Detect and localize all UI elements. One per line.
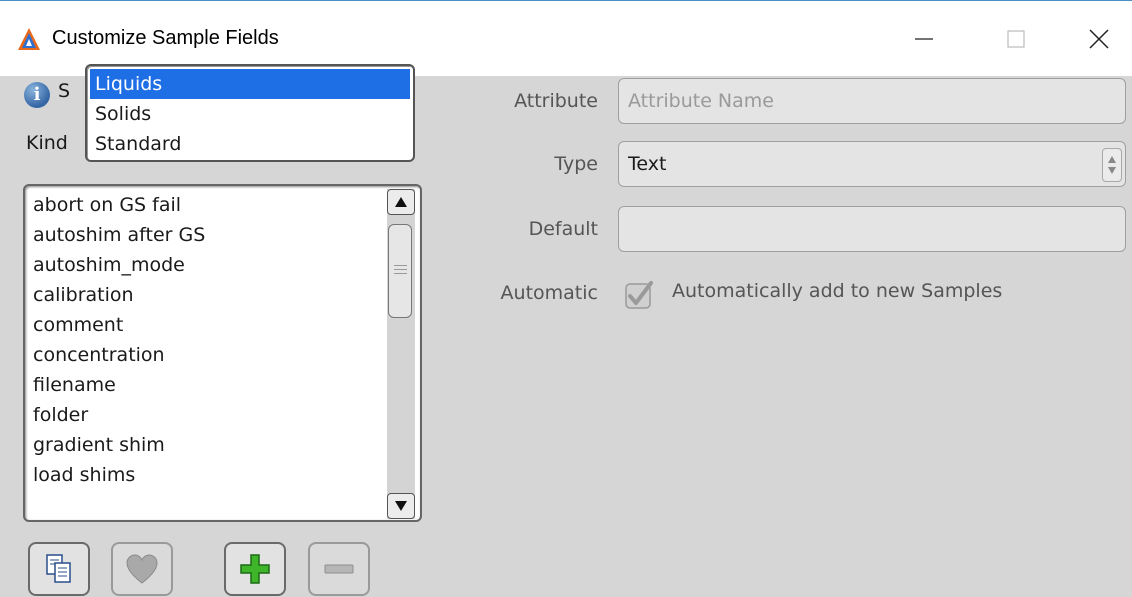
list-item[interactable]: gradient shim — [33, 430, 205, 460]
list-item[interactable]: concentration — [33, 340, 205, 370]
sample-label-partial: S — [58, 80, 71, 102]
close-button[interactable] — [1075, 19, 1123, 59]
default-label: Default — [528, 218, 598, 240]
minimize-button[interactable] — [900, 19, 948, 59]
remove-button[interactable] — [308, 542, 370, 596]
triangle-up-icon — [395, 197, 407, 207]
close-icon — [1089, 29, 1109, 49]
fields-listbox[interactable]: abort on GS fail autoshim after GS autos… — [23, 184, 422, 522]
list-item[interactable]: autoshim_mode — [33, 250, 205, 280]
list-item[interactable]: autoshim after GS — [33, 220, 205, 250]
vertical-scrollbar[interactable] — [387, 189, 415, 519]
copy-button[interactable] — [28, 542, 90, 596]
kind-option-liquids[interactable]: Liquids — [90, 69, 410, 99]
kind-label: Kind — [26, 132, 68, 154]
maximize-icon — [1007, 30, 1025, 48]
kind-option-standard[interactable]: Standard — [87, 129, 413, 159]
window-title: Customize Sample Fields — [52, 27, 279, 49]
heart-icon — [126, 554, 158, 584]
list-item[interactable]: folder — [33, 400, 205, 430]
list-item[interactable]: comment — [33, 310, 205, 340]
plus-icon — [240, 554, 270, 584]
triangle-down-icon — [395, 501, 407, 511]
fields-list: abort on GS fail autoshim after GS autos… — [33, 190, 205, 490]
list-item[interactable]: abort on GS fail — [33, 190, 205, 220]
copy-icon — [46, 554, 71, 583]
scroll-up-button[interactable] — [387, 189, 415, 215]
minimize-icon — [915, 38, 933, 40]
automatic-checkbox-label: Automatically add to new Samples — [672, 280, 1003, 302]
spinner-arrows-icon — [1108, 156, 1116, 174]
automatic-label: Automatic — [500, 282, 598, 304]
kind-dropdown-list[interactable]: Liquids Solids Standard — [85, 64, 415, 162]
add-button[interactable] — [224, 542, 286, 596]
kind-option-solids[interactable]: Solids — [87, 99, 413, 129]
scroll-down-button[interactable] — [387, 493, 415, 519]
maximize-button[interactable] — [992, 19, 1040, 59]
default-value-input[interactable] — [618, 206, 1126, 252]
list-item[interactable]: filename — [33, 370, 205, 400]
info-icon: i — [24, 82, 50, 108]
favorite-button[interactable] — [111, 542, 173, 596]
app-logo-icon — [18, 28, 40, 50]
type-label: Type — [554, 153, 598, 175]
scroll-thumb[interactable] — [388, 224, 412, 318]
type-value: Text — [628, 153, 667, 175]
type-spinner[interactable] — [1102, 148, 1122, 182]
attribute-label: Attribute — [514, 90, 598, 112]
attribute-name-input[interactable]: Attribute Name — [618, 78, 1126, 124]
type-select[interactable]: Text — [618, 141, 1126, 187]
list-item[interactable]: calibration — [33, 280, 205, 310]
minus-icon — [324, 564, 354, 574]
automatic-checkbox[interactable] — [624, 280, 654, 310]
list-item[interactable]: load shims — [33, 460, 205, 490]
